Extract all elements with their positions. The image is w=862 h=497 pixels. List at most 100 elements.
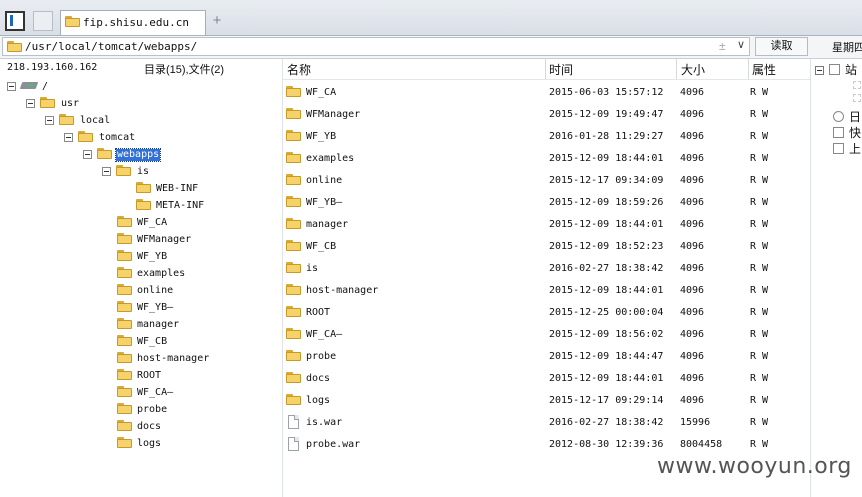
file-size: 15996 <box>680 417 711 428</box>
column-header-size[interactable]: 大小 <box>681 61 705 78</box>
file-row[interactable]: host-manager 2015-12-09 18:44:01 4096 R … <box>283 280 810 302</box>
file-row[interactable]: manager 2015-12-09 18:44:01 4096 R W <box>283 214 810 236</box>
read-button[interactable]: 读取 <box>755 37 808 56</box>
side-item-label: 快 <box>849 126 862 140</box>
file-attr: R W <box>750 241 769 252</box>
file-row[interactable]: examples 2015-12-09 18:44:01 4096 R W <box>283 148 810 170</box>
folder-icon <box>117 233 132 244</box>
side-item-quick[interactable]: 快 <box>833 124 861 140</box>
collapse-icon[interactable] <box>26 99 35 108</box>
panel-toggle-button[interactable] <box>5 11 25 31</box>
folder-icon <box>286 306 301 317</box>
side-item-site[interactable]: 站 <box>815 61 857 77</box>
drive-icon <box>21 80 37 90</box>
column-divider[interactable] <box>748 59 749 79</box>
column-divider[interactable] <box>676 59 677 79</box>
file-time: 2015-12-09 18:44:47 <box>549 351 664 362</box>
folder-icon <box>286 174 301 185</box>
folder-icon <box>40 97 55 108</box>
file-attr: R W <box>750 439 769 450</box>
file-row[interactable]: is.war 2016-02-27 18:38:42 15996 R W <box>283 412 810 434</box>
folder-icon <box>286 328 301 339</box>
file-name: WF_YB <box>306 131 337 142</box>
tab-bar: fip.shisu.edu.cn + <box>0 0 862 36</box>
file-row[interactable]: WF_YB 2016-01-28 11:29:27 4096 R W <box>283 126 810 148</box>
column-header-time[interactable]: 时间 <box>549 61 573 78</box>
file-name: probe.war <box>306 439 361 450</box>
file-row[interactable]: ROOT 2015-12-25 00:00:04 4096 R W <box>283 302 810 324</box>
collapse-icon[interactable] <box>102 167 111 176</box>
file-icon <box>288 437 299 451</box>
file-list-header: 名称 时间 大小 属性 <box>283 59 810 80</box>
file-attr: R W <box>750 175 769 186</box>
chevron-down-icon[interactable]: ∨ <box>737 38 745 51</box>
file-row[interactable]: WF_YB— 2015-12-09 18:59:26 4096 R W <box>283 192 810 214</box>
side-item-upload[interactable]: 上 <box>833 140 861 156</box>
file-name: WFManager <box>306 109 361 120</box>
file-row[interactable]: WFManager 2015-12-09 19:49:47 4096 R W <box>283 104 810 126</box>
file-size: 4096 <box>680 87 705 98</box>
column-header-name[interactable]: 名称 <box>287 61 311 78</box>
file-size: 4096 <box>680 153 705 164</box>
folder-icon <box>117 301 132 312</box>
file-attr: R W <box>750 263 769 274</box>
folder-icon <box>117 216 132 227</box>
tab-active[interactable]: fip.shisu.edu.cn <box>60 10 206 35</box>
column-divider[interactable] <box>545 59 546 79</box>
file-size: 4096 <box>680 175 705 186</box>
folder-icon <box>117 250 132 261</box>
file-time: 2015-12-25 00:00:04 <box>549 307 664 318</box>
file-time: 2015-12-09 18:59:26 <box>549 197 664 208</box>
collapse-icon[interactable] <box>815 66 824 75</box>
file-row[interactable]: WF_CA 2015-06-03 15:57:12 4096 R W <box>283 82 810 104</box>
file-name: WF_CB <box>306 241 337 252</box>
file-size: 4096 <box>680 219 705 230</box>
file-name: is.war <box>306 417 343 428</box>
side-item-log[interactable]: 日 <box>833 108 861 124</box>
file-attr: R W <box>750 219 769 230</box>
file-time: 2015-12-09 18:44:01 <box>549 219 664 230</box>
folder-icon <box>117 437 132 448</box>
placeholder-icon <box>853 81 861 89</box>
file-attr: R W <box>750 131 769 142</box>
collapse-icon[interactable] <box>7 82 16 91</box>
folder-icon <box>97 148 112 159</box>
tree-node-label: WFManager <box>137 234 192 245</box>
tree-node-label: usr <box>61 98 80 109</box>
file-row[interactable]: logs 2015-12-17 09:29:14 4096 R W <box>283 390 810 412</box>
file-attr: R W <box>750 329 769 340</box>
weekday-label: 星期四 <box>832 42 862 54</box>
file-row[interactable]: WF_CA— 2015-12-09 18:56:02 4096 R W <box>283 324 810 346</box>
plus-minus-icon[interactable]: ± <box>719 39 726 53</box>
collapse-icon[interactable] <box>83 150 92 159</box>
tree-node-label: / <box>42 81 49 92</box>
new-window-button[interactable] <box>33 11 53 31</box>
folder-icon <box>117 318 132 329</box>
tree-node-label: webapps <box>114 148 162 162</box>
tree-node-label: WEB-INF <box>156 183 199 194</box>
file-row[interactable]: is 2016-02-27 18:38:42 4096 R W <box>283 258 810 280</box>
collapse-icon[interactable] <box>45 116 54 125</box>
file-size: 4096 <box>680 197 705 208</box>
file-name: online <box>306 175 343 186</box>
new-tab-button[interactable]: + <box>210 12 224 30</box>
file-name: manager <box>306 219 349 230</box>
file-row[interactable]: WF_CB 2015-12-09 18:52:23 4096 R W <box>283 236 810 258</box>
host-ip: 218.193.160.162 <box>7 62 98 73</box>
file-row[interactable]: probe 2015-12-09 18:44:47 4096 R W <box>283 346 810 368</box>
file-row[interactable]: docs 2015-12-09 18:44:01 4096 R W <box>283 368 810 390</box>
column-header-attr[interactable]: 属性 <box>752 61 776 78</box>
file-attr: R W <box>750 351 769 362</box>
file-row[interactable]: probe.war 2012-08-30 12:39:36 8004458 R … <box>283 434 810 456</box>
file-name: WF_CA <box>306 87 337 98</box>
file-row[interactable]: online 2015-12-17 09:34:09 4096 R W <box>283 170 810 192</box>
folder-icon <box>65 16 80 27</box>
collapse-icon[interactable] <box>64 133 73 142</box>
path-input[interactable]: /usr/local/tomcat/webapps/ ± ∨ <box>2 37 750 56</box>
file-attr: R W <box>750 285 769 296</box>
file-icon <box>288 415 299 429</box>
file-time: 2015-12-09 18:56:02 <box>549 329 664 340</box>
folder-icon <box>286 130 301 141</box>
folder-icon <box>7 41 22 52</box>
tree-node-label: logs <box>137 438 162 449</box>
